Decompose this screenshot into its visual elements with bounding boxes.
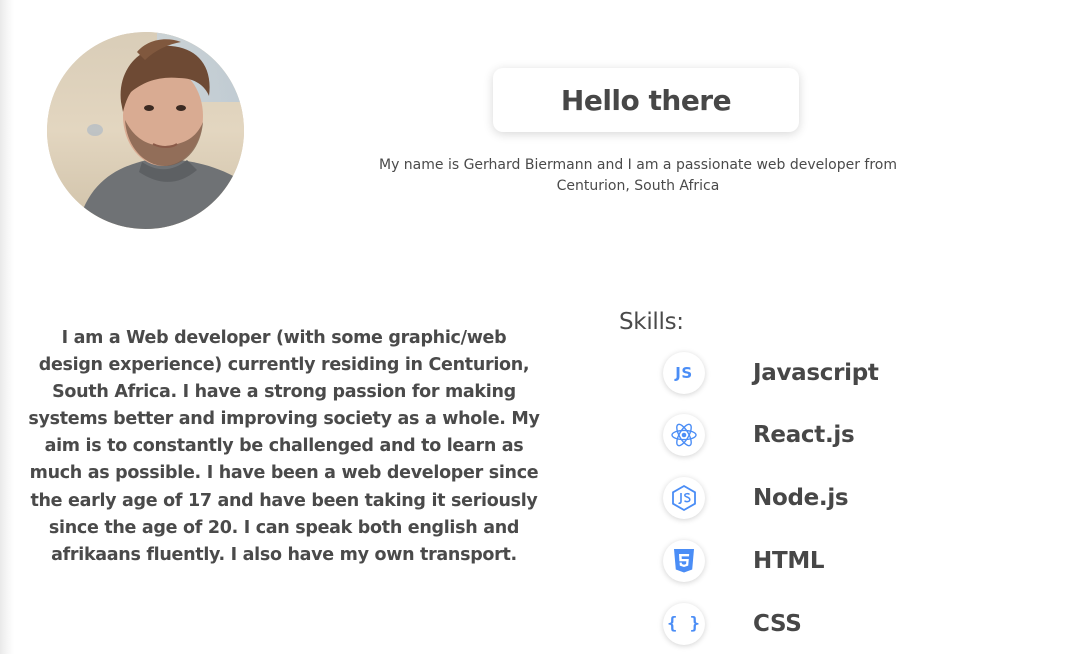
skill-label-react: React.js — [753, 422, 855, 448]
html5-icon — [663, 540, 705, 582]
javascript-glyph: JS — [675, 364, 693, 382]
page: Hello there My name is Gerhard Biermann … — [0, 0, 1074, 654]
left-edge-shadow — [0, 0, 14, 654]
skill-label-html: HTML — [753, 548, 825, 574]
css-glyph: { } — [667, 614, 701, 634]
css-icon: { } — [663, 603, 705, 645]
intro-text: My name is Gerhard Biermann and I am a p… — [378, 157, 898, 194]
skill-item-javascript: JS Javascript — [663, 352, 879, 394]
skill-item-node: Node.js — [663, 477, 849, 519]
skill-label-javascript: Javascript — [753, 360, 879, 386]
skill-item-react: React.js — [663, 414, 855, 456]
nodejs-icon — [663, 477, 705, 519]
page-title: Hello there — [560, 83, 732, 117]
avatar-illustration — [47, 32, 244, 229]
javascript-icon: JS — [663, 352, 705, 394]
skill-item-html: HTML — [663, 540, 825, 582]
hello-card: Hello there — [493, 68, 799, 132]
react-icon — [663, 414, 705, 456]
profile-avatar — [47, 32, 244, 229]
skill-label-node: Node.js — [753, 485, 849, 511]
skill-label-css: CSS — [753, 611, 802, 637]
skill-item-css: { } CSS — [663, 603, 802, 645]
about-paragraph: I am a Web developer (with some graphic/… — [28, 328, 540, 565]
skills-heading: Skills: — [619, 309, 684, 335]
